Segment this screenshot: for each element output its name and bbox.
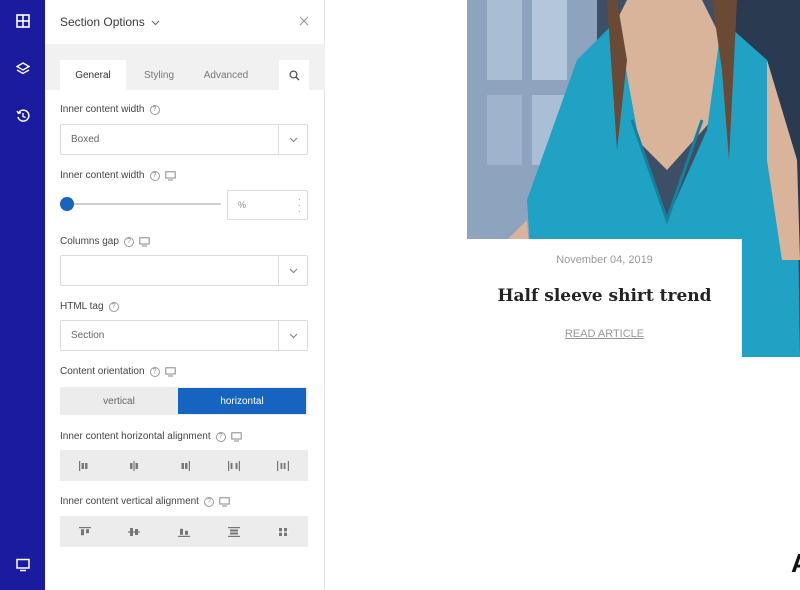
close-icon[interactable] <box>298 15 310 27</box>
left-toolbar <box>0 0 45 590</box>
responsive-preview-icon[interactable] <box>0 550 45 580</box>
article-title[interactable]: Half sleeve shirt trend <box>467 286 742 306</box>
unit-label: % <box>238 200 247 210</box>
inner-width-label-text: Inner content width <box>60 104 145 115</box>
tab-general[interactable]: General <box>60 60 126 90</box>
read-article-link[interactable]: READ ARTICLE <box>467 328 742 340</box>
search-icon <box>288 69 299 80</box>
desktop-icon[interactable] <box>219 496 230 507</box>
history-icon[interactable] <box>0 101 45 131</box>
columns-gap-label-text: Columns gap <box>60 236 119 247</box>
tab-styling[interactable]: Styling <box>126 60 192 90</box>
valign-top-button[interactable] <box>60 516 110 547</box>
valign-top-icon <box>78 526 91 535</box>
layers-icon[interactable] <box>0 54 45 84</box>
chevron-down-icon <box>278 256 307 285</box>
valign-stretch-button[interactable] <box>258 516 308 547</box>
chevron-down-icon <box>278 321 307 350</box>
v-align-label: Inner content vertical alignment ? <box>60 496 230 507</box>
desktop-icon[interactable] <box>230 431 242 442</box>
html-tag-select[interactable]: Section <box>60 320 308 351</box>
v-align-buttons <box>60 516 308 547</box>
inner-width-label: Inner content width ? <box>60 104 160 115</box>
inner-width-value: Boxed <box>71 134 100 145</box>
space-between-icon <box>227 460 240 471</box>
search-button[interactable] <box>279 60 309 90</box>
desktop-icon[interactable] <box>164 366 176 377</box>
html-tag-label-text: HTML tag <box>60 301 104 312</box>
help-icon[interactable]: ? <box>203 496 214 507</box>
article-card: November 04, 2019 Half sleeve shirt tren… <box>467 239 742 357</box>
columns-gap-select[interactable] <box>60 255 308 286</box>
inner-width-slider-label: Inner content width ? <box>60 170 176 181</box>
h-align-buttons <box>60 450 308 481</box>
help-icon[interactable]: ? <box>149 104 160 115</box>
columns-gap-label: Columns gap ? <box>60 236 150 247</box>
article-date: November 04, 2019 <box>556 254 653 266</box>
align-end-button[interactable] <box>159 450 209 481</box>
valign-middle-button[interactable] <box>110 516 160 547</box>
desktop-icon[interactable] <box>139 236 150 247</box>
valign-space-between-button[interactable] <box>209 516 259 547</box>
align-space-between-button[interactable] <box>209 450 259 481</box>
panel-title: Section Options <box>60 15 145 29</box>
preview-canvas: November 04, 2019 Half sleeve shirt tren… <box>325 0 800 590</box>
orientation-vertical-option[interactable]: vertical <box>60 387 178 415</box>
add-widget-icon[interactable] <box>0 6 45 36</box>
help-icon[interactable]: ? <box>149 170 160 181</box>
html-tag-value: Section <box>71 330 105 341</box>
align-center-icon <box>130 460 139 471</box>
orientation-horizontal-option[interactable]: horizontal <box>178 388 306 414</box>
width-unit-input[interactable]: % · · · <box>227 190 308 220</box>
width-slider-handle[interactable] <box>60 197 74 211</box>
unit-menu-icon[interactable]: · · · <box>298 195 301 217</box>
chevron-down-icon[interactable] <box>151 18 160 27</box>
space-around-icon <box>277 460 290 471</box>
orientation-label: Content orientation ? <box>60 366 176 377</box>
panel-header[interactable]: Section Options <box>45 0 325 44</box>
chevron-down-icon <box>278 125 307 154</box>
valign-bottom-icon <box>177 528 190 537</box>
orientation-label-text: Content orientation <box>60 366 145 377</box>
h-align-label: Inner content horizontal alignment ? <box>60 431 242 442</box>
options-panel: Section Options General Styling Advanced… <box>45 0 325 590</box>
valign-space-between-icon <box>227 526 240 537</box>
desktop-icon[interactable] <box>164 170 176 181</box>
html-tag-label: HTML tag ? <box>60 301 119 312</box>
h-align-label-text: Inner content horizontal alignment <box>60 431 211 442</box>
align-space-around-button[interactable] <box>258 450 308 481</box>
align-end-icon <box>181 460 190 471</box>
width-slider-track[interactable] <box>67 203 221 205</box>
tab-advanced[interactable]: Advanced <box>192 60 260 90</box>
align-center-button[interactable] <box>110 450 160 481</box>
v-align-label-text: Inner content vertical alignment <box>60 496 199 507</box>
align-start-icon <box>78 460 88 471</box>
help-icon[interactable]: ? <box>123 236 134 247</box>
inner-width-slider-label-text: Inner content width <box>60 170 145 181</box>
valign-bottom-button[interactable] <box>159 516 209 547</box>
help-icon[interactable]: ? <box>149 366 160 377</box>
partial-heading-glyph: A <box>791 548 800 579</box>
inner-width-select[interactable]: Boxed <box>60 124 308 155</box>
align-start-button[interactable] <box>60 450 110 481</box>
orientation-toggle: vertical horizontal <box>60 387 308 415</box>
valign-stretch-icon <box>277 527 290 536</box>
tabs-bar: General Styling Advanced <box>45 44 325 90</box>
valign-middle-icon <box>128 527 141 536</box>
help-icon[interactable]: ? <box>215 431 226 442</box>
help-icon[interactable]: ? <box>108 301 119 312</box>
